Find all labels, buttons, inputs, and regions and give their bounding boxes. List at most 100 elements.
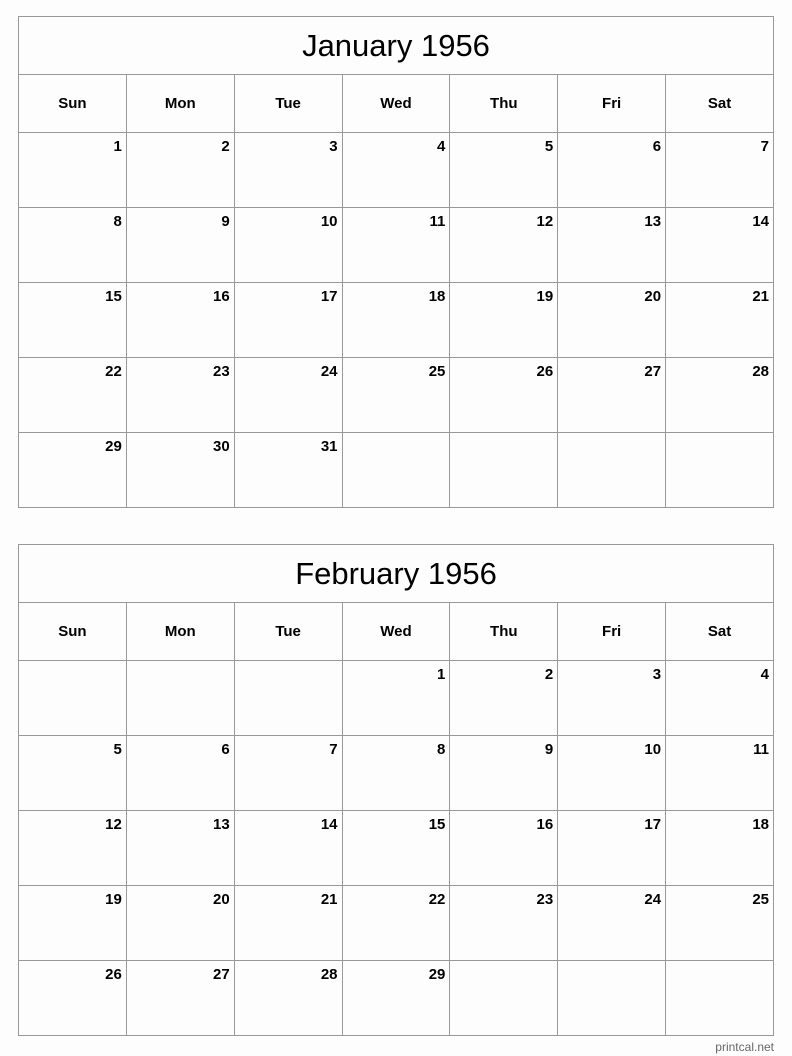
day-cell: 22 [18, 357, 127, 433]
day-cell: 24 [233, 357, 343, 433]
weekday-label: Wed [341, 602, 451, 661]
weekday-label: Sat [665, 74, 774, 133]
footer-credit: printcal.net [715, 1040, 774, 1054]
day-cell: 27 [125, 960, 235, 1036]
week-row: 29 30 31 [18, 432, 774, 508]
day-cell: 18 [341, 282, 451, 358]
day-cell: 2 [449, 660, 559, 736]
day-cell: 10 [233, 207, 343, 283]
empty-day-cell [18, 660, 127, 736]
empty-day-cell [125, 660, 235, 736]
weekday-label: Mon [125, 602, 235, 661]
day-cell: 1 [341, 660, 451, 736]
day-cell: 12 [449, 207, 559, 283]
day-cell: 26 [18, 960, 127, 1036]
day-cell: 13 [125, 810, 235, 886]
weekday-label: Mon [125, 74, 235, 133]
day-cell: 26 [449, 357, 559, 433]
week-row: 19 20 21 22 23 24 25 [18, 885, 774, 961]
empty-day-cell [557, 432, 667, 508]
empty-day-cell [665, 960, 774, 1036]
day-cell: 30 [125, 432, 235, 508]
weekday-label: Wed [341, 74, 451, 133]
empty-day-cell [449, 960, 559, 1036]
day-cell: 14 [665, 207, 774, 283]
day-cell: 17 [557, 810, 667, 886]
day-cell: 16 [449, 810, 559, 886]
empty-day-cell [665, 432, 774, 508]
calendar-february: February 1956 Sun Mon Tue Wed Thu Fri Sa… [18, 544, 774, 1036]
day-cell: 10 [557, 735, 667, 811]
weekday-label: Sun [18, 602, 127, 661]
day-cell: 9 [449, 735, 559, 811]
weekday-label: Thu [449, 602, 559, 661]
day-cell: 21 [233, 885, 343, 961]
week-row: 15 16 17 18 19 20 21 [18, 282, 774, 358]
day-cell: 22 [341, 885, 451, 961]
day-cell: 25 [665, 885, 774, 961]
day-cell: 3 [233, 132, 343, 208]
week-row: 8 9 10 11 12 13 14 [18, 207, 774, 283]
day-cell: 11 [341, 207, 451, 283]
day-cell: 15 [341, 810, 451, 886]
week-row: 1234567 [18, 132, 774, 208]
day-cell: 15 [18, 282, 127, 358]
weekday-label: Sun [18, 74, 127, 133]
day-cell: 13 [557, 207, 667, 283]
day-cell: 24 [557, 885, 667, 961]
day-cell: 20 [557, 282, 667, 358]
day-cell: 5 [449, 132, 559, 208]
weekday-label: Fri [557, 74, 667, 133]
week-row: 1234 [18, 660, 774, 736]
day-cell: 8 [341, 735, 451, 811]
weekday-label: Thu [449, 74, 559, 133]
day-cell: 17 [233, 282, 343, 358]
weekday-label: Sat [665, 602, 774, 661]
weekday-label: Tue [233, 74, 343, 133]
day-cell: 1 [18, 132, 127, 208]
day-cell: 2 [125, 132, 235, 208]
weekday-label: Tue [233, 602, 343, 661]
day-cell: 8 [18, 207, 127, 283]
month-title: January 1956 [18, 16, 774, 75]
weekday-label: Fri [557, 602, 667, 661]
day-cell: 27 [557, 357, 667, 433]
calendar-january: January 1956 Sun Mon Tue Wed Thu Fri Sat… [18, 16, 774, 508]
empty-day-cell [449, 432, 559, 508]
empty-day-cell [341, 432, 451, 508]
day-cell: 3 [557, 660, 667, 736]
day-cell: 25 [341, 357, 451, 433]
day-cell: 9 [125, 207, 235, 283]
month-title: February 1956 [18, 544, 774, 603]
weekday-header-row: Sun Mon Tue Wed Thu Fri Sat [18, 602, 774, 661]
day-cell: 4 [341, 132, 451, 208]
empty-day-cell [557, 960, 667, 1036]
day-cell: 28 [665, 357, 774, 433]
day-cell: 12 [18, 810, 127, 886]
day-cell: 29 [18, 432, 127, 508]
day-cell: 21 [665, 282, 774, 358]
day-cell: 5 [18, 735, 127, 811]
week-row: 12 13 14 15 16 17 18 [18, 810, 774, 886]
day-cell: 23 [449, 885, 559, 961]
empty-day-cell [233, 660, 343, 736]
day-cell: 16 [125, 282, 235, 358]
day-cell: 6 [125, 735, 235, 811]
day-cell: 6 [557, 132, 667, 208]
day-cell: 23 [125, 357, 235, 433]
weekday-header-row: Sun Mon Tue Wed Thu Fri Sat [18, 74, 774, 133]
day-cell: 7 [665, 132, 774, 208]
week-row: 26 27 28 29 [18, 960, 774, 1036]
day-cell: 28 [233, 960, 343, 1036]
day-cell: 19 [18, 885, 127, 961]
week-row: 22 23 24 25 26 27 28 [18, 357, 774, 433]
day-cell: 31 [233, 432, 343, 508]
day-cell: 20 [125, 885, 235, 961]
day-cell: 14 [233, 810, 343, 886]
day-cell: 7 [233, 735, 343, 811]
day-cell: 19 [449, 282, 559, 358]
week-row: 5 6 7 8 9 10 11 [18, 735, 774, 811]
day-cell: 4 [665, 660, 774, 736]
day-cell: 11 [665, 735, 774, 811]
day-cell: 18 [665, 810, 774, 886]
